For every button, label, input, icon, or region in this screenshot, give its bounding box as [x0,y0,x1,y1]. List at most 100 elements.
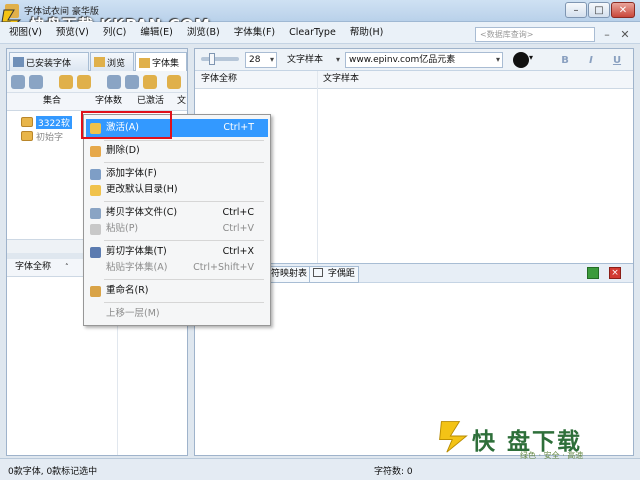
close-pane-icon[interactable]: × [609,267,621,279]
menu-item-change-dir[interactable]: 更改默认目录(H) [86,181,268,199]
toolbar-icon-5[interactable] [107,75,121,89]
toolbar-icon-2[interactable] [29,75,43,89]
status-selection: 0款字体, 0款标记选中 [8,467,98,477]
tab-installed-fonts[interactable]: 已安装字体 [9,52,89,71]
toolbar-icon-1[interactable] [11,75,25,89]
minimize-pane-icon[interactable]: – [598,26,616,43]
toolbar-icon-3[interactable] [59,75,73,89]
close-button[interactable]: ✕ [611,2,635,18]
menu-separator [104,302,264,303]
export-icon[interactable] [587,267,599,279]
col-collection[interactable]: 集合 [43,93,61,110]
menu-item-shortcut: Ctrl+V [222,223,254,234]
menu-item-move-up: 上移一层(M) [86,305,268,323]
tab-fontset[interactable]: 字体集 [135,52,187,72]
tab-installed-label: 已安装字体 [26,58,72,69]
sample-type-select[interactable]: 文字样本 ▾ [283,52,343,68]
chevron-down-icon: ▾ [269,55,274,64]
left-toolbar [7,71,187,93]
menu-item-paste-fontset: 粘贴字体集(A) Ctrl+Shift+V [86,259,268,277]
menu-item-label: 粘贴(P) [106,223,139,234]
menu-item-delete[interactable]: 删除(D) [86,142,268,160]
italic-button[interactable]: I [583,52,599,68]
col-font-fullname-right[interactable]: 字体全称 [201,71,237,88]
tree-item[interactable]: 3322软 [21,115,72,129]
bold-button[interactable]: B [557,52,573,68]
sample-type-value: 文字样本 [287,55,324,65]
add-font-icon [90,169,101,180]
fontset-file-icon [21,131,33,141]
column-divider [317,71,318,263]
left-tab-row: 已安装字体 浏览 字体集 [7,49,187,72]
cut-icon [90,247,101,258]
toolbar-icon-8[interactable] [167,75,181,89]
toolbar-icon-4[interactable] [77,75,91,89]
col-text[interactable]: 文 [177,93,186,110]
menu-view[interactable]: 视图(V) [2,22,49,44]
menu-edit[interactable]: 编辑(E) [133,22,179,44]
col-font-fullname[interactable]: 字体全称 [15,259,51,276]
menu-separator [104,279,264,280]
col-activated[interactable]: 已激活 [137,93,164,110]
left-header: 集合 字体数 已激活 文 [7,93,187,111]
folder-icon [90,185,101,196]
menu-item-shortcut: Ctrl+Shift+V [193,262,254,273]
preview-toolbar: 28 ▾ 文字样本 ▾ www.epinv.com亿品元素 ▾ ▾ B I U [195,49,633,71]
delete-icon [90,146,101,157]
tab-kerning[interactable]: 字偶距 [309,266,359,283]
maximize-button[interactable]: □ [588,2,610,18]
menu-preview[interactable]: 预览(V) [49,22,96,44]
menu-separator [104,240,264,241]
tab-browse[interactable]: 浏览 [90,52,134,71]
menu-item-label: 更改默认目录(H) [106,184,178,195]
menu-separator [104,162,264,163]
font-size-select[interactable]: 28 ▾ [245,52,277,68]
sort-arrow-icon: ˄ [65,263,69,271]
color-picker-icon[interactable] [513,52,529,68]
col-font-count[interactable]: 字体数 [95,93,122,110]
menu-browse[interactable]: 浏览(B) [180,22,227,44]
menu-columns[interactable]: 列(C) [96,22,134,44]
copy-icon [90,208,101,219]
tree-item-label: 3322软 [36,115,72,129]
menu-item-label: 重命名(R) [106,285,149,296]
watermark-logo-2 [439,421,468,453]
installed-icon [13,57,24,67]
menu-item-label: 粘贴字体集(A) [106,262,168,273]
fontset-file-icon [21,117,33,127]
paste-icon [90,224,101,235]
kerning-icon [313,268,323,277]
tree-item[interactable]: 初始字 [21,129,63,143]
color-picker-dropdown[interactable]: ▾ [529,53,541,67]
menu-item-shortcut: Ctrl+T [223,122,254,133]
menu-help[interactable]: 帮助(H) [343,22,391,44]
size-slider[interactable] [201,57,239,61]
menu-item-label: 上移一层(M) [106,308,160,319]
minimize-button[interactable]: – [565,2,587,18]
menu-separator [104,201,264,202]
tab-kerning-label: 字偶距 [327,269,355,279]
browse-icon [94,57,105,67]
search-input[interactable]: <数据库查询> [475,27,595,42]
menu-separator [104,140,264,141]
chevron-down-icon: ▾ [335,55,340,64]
toolbar-icon-7[interactable] [143,75,157,89]
font-size-value: 28 [249,55,261,65]
underline-button[interactable]: U [609,52,625,68]
sample-text-value: www.epinv.com亿品元素 [349,55,456,65]
slider-thumb[interactable] [209,53,215,65]
menu-cleartype[interactable]: ClearType [282,22,343,44]
col-sample-text[interactable]: 文字样本 [323,71,359,88]
tree-item-label: 初始字 [36,132,64,143]
tab-char-map[interactable]: 符映射表 [267,266,312,283]
menu-item-rename[interactable]: 重命名(R) [86,282,268,300]
menu-item-label: 删除(D) [106,145,140,156]
watermark-slogan: 绿色 · 安全 · 高速 [520,451,584,460]
sample-text-input[interactable]: www.epinv.com亿品元素 ▾ [345,52,503,68]
fontset-icon [139,57,150,68]
toolbar-icon-6[interactable] [125,75,139,89]
close-pane-icon[interactable]: ✕ [616,26,634,43]
chevron-down-icon: ▾ [495,55,500,64]
tab-browse-label: 浏览 [107,58,126,69]
menu-fontset[interactable]: 字体集(F) [227,22,282,44]
